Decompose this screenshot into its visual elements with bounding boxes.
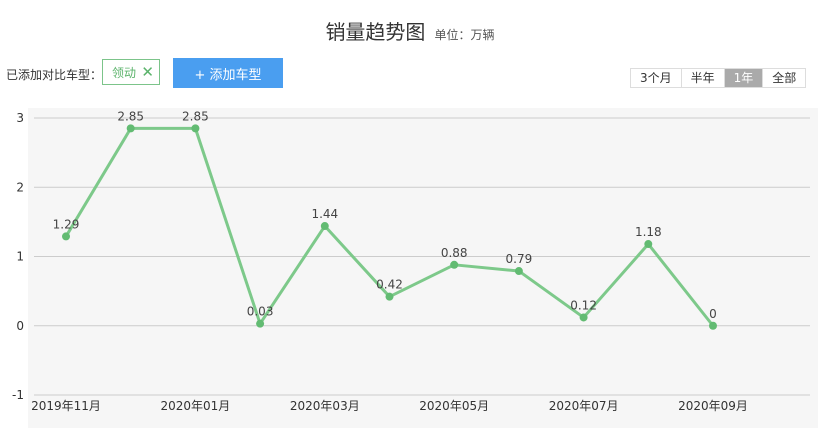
data-label: 0 (709, 307, 717, 321)
x-tick-label: 2020年01月 (160, 399, 230, 413)
data-point (514, 267, 523, 276)
data-point (644, 240, 653, 249)
data-point (709, 321, 717, 330)
data-label: 0.79 (506, 252, 533, 266)
data-label: 2.85 (117, 109, 144, 123)
data-point (62, 232, 70, 241)
data-label: 0.12 (570, 298, 597, 312)
x-tick-label: 2020年05月 (419, 399, 489, 413)
data-label: 0.88 (441, 246, 468, 260)
data-label: 2.85 (182, 109, 209, 123)
data-label: 0.03 (247, 305, 274, 319)
y-tick-label: 3 (16, 111, 24, 125)
data-point (579, 313, 588, 322)
x-tick-label: 2020年03月 (290, 399, 360, 413)
x-tick-label: 2019年11月 (31, 399, 101, 413)
data-point (191, 124, 200, 133)
data-label: 0.42 (376, 278, 403, 292)
y-tick-label: 2 (16, 180, 24, 194)
data-label: 1.29 (53, 217, 80, 231)
data-label: 1.44 (311, 207, 338, 221)
x-tick-label: 2020年09月 (678, 399, 748, 413)
data-point (450, 260, 459, 269)
data-point (126, 124, 135, 133)
data-point (320, 222, 329, 231)
data-label: 1.18 (635, 225, 662, 239)
sales-trend-chart: -1 0 1 2 3 2019年11月 2020年01月 2020年03月 2020年05月 20… (12, 109, 810, 413)
y-tick-label: -1 (12, 388, 24, 402)
y-tick-label: 1 (16, 250, 24, 264)
y-tick-label: 0 (16, 319, 24, 333)
data-point (385, 292, 394, 301)
x-tick-label: 2020年07月 (549, 399, 619, 413)
data-point (256, 319, 265, 328)
